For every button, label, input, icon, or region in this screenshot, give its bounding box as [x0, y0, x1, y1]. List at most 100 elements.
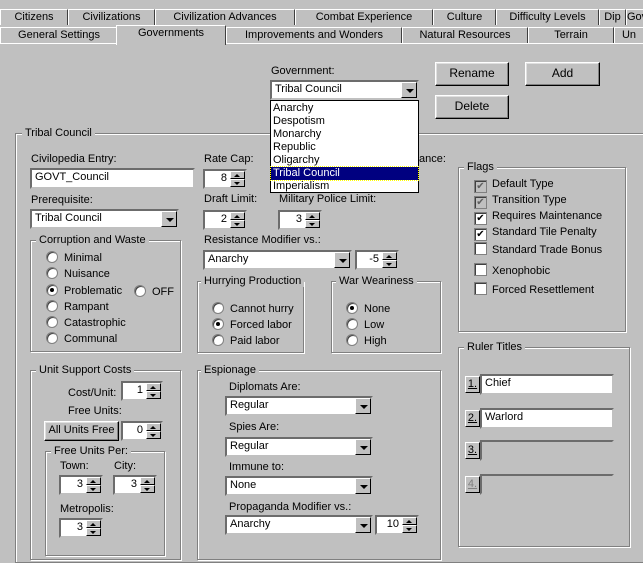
- ruler-title-2-input[interactable]: Warlord: [480, 408, 614, 429]
- flag-standard-trade-bonus[interactable]: Standard Trade Bonus: [474, 242, 602, 256]
- hurry-option-forced[interactable]: Forced labor: [212, 318, 292, 331]
- government-option-selected[interactable]: Tribal Council: [270, 166, 419, 181]
- war-weariness-option-none[interactable]: None: [346, 302, 390, 315]
- civilopedia-input[interactable]: GOVT_Council: [30, 168, 195, 189]
- hurry-option-cannot[interactable]: Cannot hurry: [212, 302, 294, 315]
- spin-down-icon[interactable]: [305, 220, 320, 228]
- war-weariness-option-low[interactable]: Low: [346, 318, 384, 331]
- spin-up-icon[interactable]: [305, 212, 320, 220]
- corruption-option-rampant[interactable]: Rampant: [46, 300, 109, 313]
- corruption-option-nuisance[interactable]: Nuisance: [46, 267, 110, 280]
- hurry-option-paid[interactable]: Paid labor: [212, 334, 280, 347]
- chevron-down-icon[interactable]: [401, 82, 417, 98]
- checkbox-checked-icon[interactable]: ✔: [474, 228, 487, 241]
- tab-culture[interactable]: Culture: [433, 9, 496, 25]
- tab-civilizations[interactable]: Civilizations: [68, 9, 155, 25]
- corruption-option-catastrophic[interactable]: Catastrophic: [46, 316, 126, 329]
- spin-down-icon[interactable]: [140, 485, 155, 493]
- flag-xenophobic[interactable]: Xenophobic: [474, 263, 550, 277]
- spin-down-icon[interactable]: [230, 179, 245, 187]
- chevron-down-icon[interactable]: [355, 517, 371, 533]
- spin-up-icon[interactable]: [146, 383, 161, 391]
- tab-improvements-and-wonders[interactable]: Improvements and Wonders: [226, 27, 402, 43]
- tab-combat-experience[interactable]: Combat Experience: [295, 9, 433, 25]
- checkbox-checked-icon[interactable]: ✔: [474, 212, 487, 225]
- propaganda-amount-stepper[interactable]: 10: [375, 515, 419, 535]
- free-units-stepper[interactable]: 0: [121, 421, 163, 441]
- rename-button[interactable]: Rename: [435, 62, 509, 86]
- spin-up-icon[interactable]: [140, 477, 155, 485]
- draft-limit-stepper[interactable]: 2: [203, 210, 247, 230]
- cost-per-unit-stepper[interactable]: 1: [121, 381, 163, 401]
- spin-down-icon[interactable]: [382, 260, 397, 268]
- checkbox-icon[interactable]: [474, 263, 487, 276]
- tab-civilization-advances[interactable]: Civilization Advances: [155, 9, 295, 25]
- spies-select[interactable]: Regular: [225, 437, 373, 457]
- spin-down-icon[interactable]: [146, 431, 161, 439]
- government-option[interactable]: Monarchy: [271, 128, 418, 141]
- war-weariness-option-high[interactable]: High: [346, 334, 387, 347]
- government-select[interactable]: Tribal Council: [270, 80, 419, 100]
- chevron-down-icon[interactable]: [355, 439, 371, 455]
- chevron-down-icon[interactable]: [355, 478, 371, 494]
- corruption-option-minimal[interactable]: Minimal: [46, 251, 102, 264]
- rate-cap-stepper[interactable]: 8: [203, 169, 247, 189]
- add-button[interactable]: Add: [525, 62, 600, 86]
- chevron-down-icon[interactable]: [161, 211, 177, 227]
- tab-gov[interactable]: Gov: [626, 9, 643, 25]
- spin-down-icon[interactable]: [86, 528, 101, 536]
- propaganda-select[interactable]: Anarchy: [225, 515, 373, 535]
- government-option[interactable]: Oligarchy: [271, 154, 418, 167]
- resistance-amount-stepper[interactable]: -5: [355, 250, 399, 270]
- ruler-title-1-button[interactable]: 1.: [465, 376, 480, 393]
- tab-difficulty-levels[interactable]: Difficulty Levels: [496, 9, 599, 25]
- government-option[interactable]: Imperialism: [271, 180, 418, 193]
- diplomats-select[interactable]: Regular: [225, 396, 373, 416]
- chevron-down-icon[interactable]: [355, 398, 371, 414]
- ruler-title-2-button[interactable]: 2.: [465, 410, 480, 427]
- town-stepper[interactable]: 3: [59, 475, 103, 495]
- checkbox-icon[interactable]: [474, 282, 487, 295]
- chevron-down-icon[interactable]: [334, 252, 350, 268]
- delete-button[interactable]: Delete: [435, 95, 509, 119]
- metropolis-stepper[interactable]: 3: [59, 518, 103, 538]
- prerequisite-select[interactable]: Tribal Council: [30, 209, 179, 229]
- tab-terrain[interactable]: Terrain: [528, 27, 614, 43]
- spin-up-icon[interactable]: [86, 520, 101, 528]
- corruption-option-off[interactable]: OFF: [134, 285, 174, 298]
- tab-general-settings[interactable]: General Settings: [0, 27, 118, 43]
- checkbox-icon[interactable]: [474, 242, 487, 255]
- government-option[interactable]: Republic: [271, 141, 418, 154]
- spin-down-icon[interactable]: [230, 220, 245, 228]
- flag-requires-maintenance[interactable]: ✔ Requires Maintenance: [474, 210, 602, 225]
- tab-natural-resources[interactable]: Natural Resources: [402, 27, 528, 43]
- corruption-option-communal[interactable]: Communal: [46, 332, 117, 345]
- spin-up-icon[interactable]: [402, 517, 417, 525]
- city-stepper[interactable]: 3: [113, 475, 157, 495]
- resistance-modifier-select[interactable]: Anarchy: [203, 250, 352, 270]
- corruption-option-problematic[interactable]: Problematic: [46, 284, 122, 297]
- flag-forced-resettlement[interactable]: Forced Resettlement: [474, 282, 594, 296]
- ruler-title-1-input[interactable]: Chief: [480, 374, 614, 395]
- spin-up-icon[interactable]: [86, 477, 101, 485]
- spin-up-icon[interactable]: [230, 171, 245, 179]
- flag-standard-tile-penalty[interactable]: ✔ Standard Tile Penalty: [474, 226, 597, 241]
- government-option[interactable]: Despotism: [271, 115, 418, 128]
- immune-select[interactable]: None: [225, 476, 373, 496]
- spin-up-icon[interactable]: [382, 252, 397, 260]
- military-police-stepper[interactable]: 3: [278, 210, 322, 230]
- spin-down-icon[interactable]: [86, 485, 101, 493]
- spin-up-icon[interactable]: [230, 212, 245, 220]
- tab-dip[interactable]: Dip: [599, 9, 626, 25]
- spin-down-icon[interactable]: [146, 391, 161, 399]
- spin-down-icon[interactable]: [402, 525, 417, 533]
- tab-governments[interactable]: Governments: [116, 25, 226, 45]
- all-units-free-button[interactable]: All Units Free: [44, 421, 119, 441]
- government-dropdown-list[interactable]: Anarchy Despotism Monarchy Republic Olig…: [270, 100, 419, 193]
- government-option[interactable]: Anarchy: [271, 102, 418, 115]
- ruler-title-3-button[interactable]: 3.: [465, 442, 480, 459]
- tab-citizens[interactable]: Citizens: [0, 9, 68, 25]
- spin-up-icon[interactable]: [146, 423, 161, 431]
- tab-un[interactable]: Un: [614, 27, 643, 43]
- ruler-title-3-input[interactable]: [480, 440, 614, 461]
